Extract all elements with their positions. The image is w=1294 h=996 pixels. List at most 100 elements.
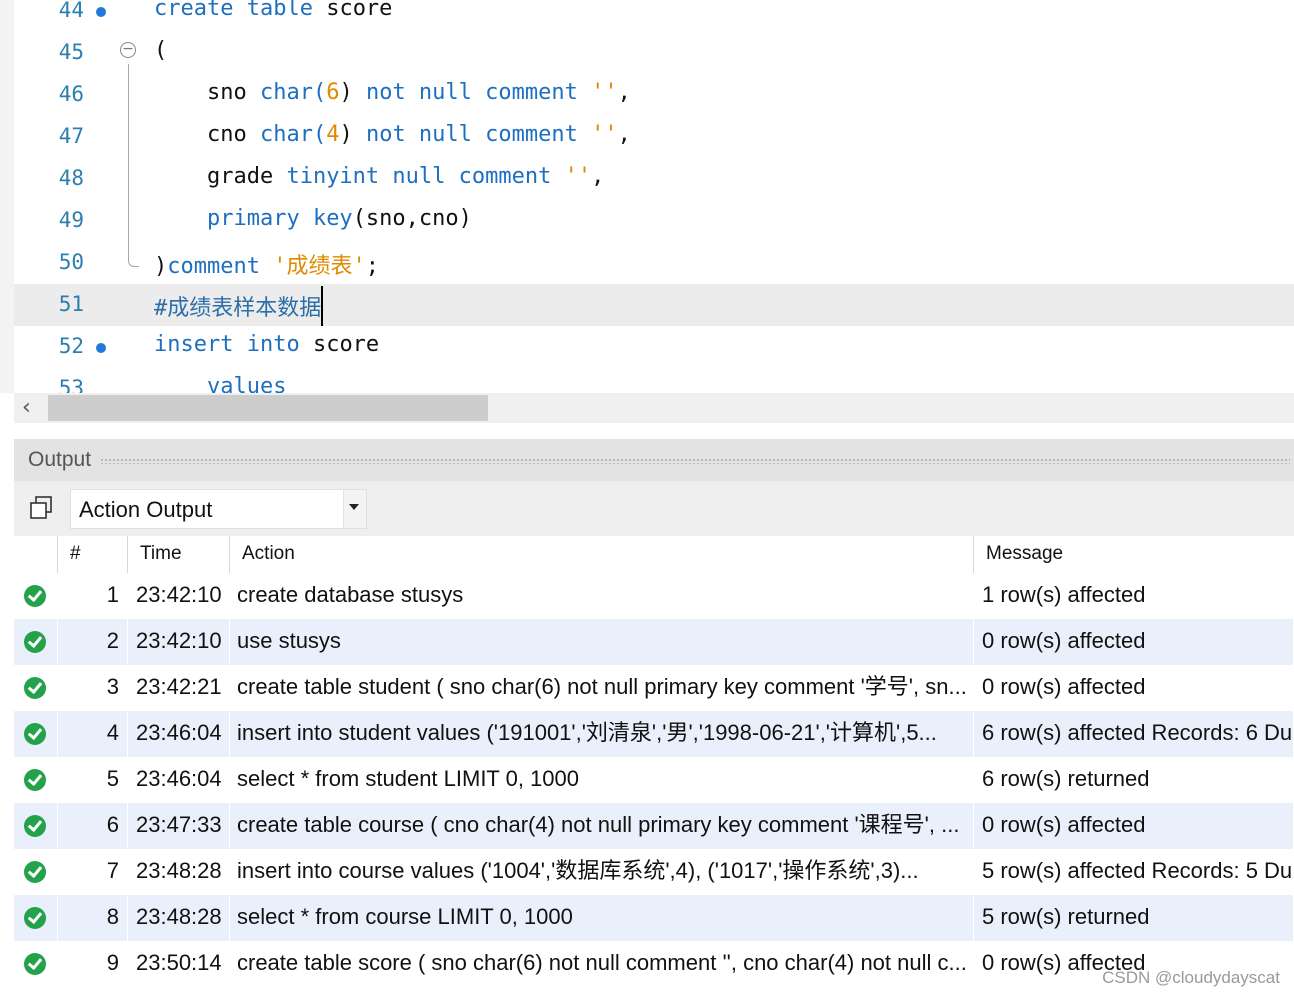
line-number: 45 (58, 40, 84, 64)
panel-grip[interactable] (100, 458, 1290, 464)
row-time: 23:48:28 (128, 895, 230, 941)
code-text: (sno,cno) (352, 206, 472, 231)
output-type-select[interactable]: Action Output (70, 489, 367, 529)
code-line-53[interactable]: 53 values (14, 368, 1294, 393)
dropdown-button[interactable] (343, 490, 366, 528)
statement-marker-icon[interactable] (96, 7, 106, 17)
code-text: grade (154, 164, 287, 189)
table-row[interactable]: 3 23:42:21 create table student ( sno ch… (14, 665, 1294, 711)
output-panel-title: Output (28, 448, 92, 471)
code-line-47[interactable]: 47 cno char(4) not null comment '', (14, 116, 1294, 158)
row-action: use stusys (230, 619, 974, 665)
row-time: 23:50:14 (128, 941, 230, 987)
table-header: # Time Action Message (14, 536, 1294, 573)
success-check-icon (24, 723, 46, 745)
line-number: 44 (58, 0, 84, 22)
horizontal-scrollbar[interactable]: ‹ (14, 393, 1294, 423)
table-row[interactable]: 7 23:48:28 insert into course values ('1… (14, 849, 1294, 895)
scrollbar-thumb[interactable] (48, 395, 488, 421)
success-check-icon (24, 585, 46, 607)
line-number: 46 (58, 82, 84, 106)
output-panel-header[interactable]: Output (14, 439, 1294, 481)
row-message: 0 row(s) affected (974, 665, 1294, 711)
code-text: ) (154, 254, 168, 279)
code-line-49[interactable]: 49 primary key(sno,cno) (14, 200, 1294, 242)
code-text: ) (339, 80, 366, 105)
row-action: insert into course values ('1004','数据库系统… (230, 849, 974, 895)
code-keyword: values (154, 374, 287, 393)
fold-guide-end (128, 258, 139, 267)
sql-editor[interactable]: 44 create table score 45 − ( 46 sno char… (0, 0, 1294, 393)
watermark: CSDN @cloudydayscat (1102, 968, 1280, 987)
success-check-icon (24, 677, 46, 699)
row-number: 3 (58, 665, 128, 711)
code-string: '成绩表' (273, 254, 366, 279)
statement-marker-icon[interactable] (96, 343, 106, 353)
header-status (14, 536, 58, 573)
row-time: 23:42:10 (128, 573, 230, 619)
code-keyword: char( (259, 80, 327, 105)
table-row[interactable]: 5 23:46:04 select * from student LIMIT 0… (14, 757, 1294, 803)
code-text: ; (365, 254, 379, 279)
row-number: 8 (58, 895, 128, 941)
code-line-44[interactable]: 44 create table score (14, 0, 1294, 32)
editor-left-margin (0, 0, 14, 393)
code-text: cno (154, 122, 260, 147)
header-message[interactable]: Message (974, 536, 1294, 573)
row-message: 5 row(s) affected Records: 5 Dup (974, 849, 1294, 895)
row-time: 23:42:10 (128, 619, 230, 665)
code-line-46[interactable]: 46 sno char(6) not null comment '', (14, 74, 1294, 116)
code-text: score (299, 332, 380, 357)
code-keyword: comment (167, 254, 274, 279)
success-check-icon (24, 769, 46, 791)
text-caret (321, 286, 324, 326)
line-number: 47 (58, 124, 84, 148)
row-action: insert into student values ('191001','刘清… (230, 711, 974, 757)
row-action: create database stusys (230, 573, 974, 619)
chevron-down-icon (349, 504, 359, 510)
code-text: , (617, 122, 631, 147)
code-line-51[interactable]: 51 #成绩表样本数据 (14, 284, 1294, 326)
panel-separator (14, 423, 1294, 439)
success-check-icon (24, 907, 46, 929)
code-line-52[interactable]: 52 insert into score (14, 326, 1294, 368)
row-time: 23:46:04 (128, 711, 230, 757)
code-line-48[interactable]: 48 grade tinyint null comment '', (14, 158, 1294, 200)
row-number: 2 (58, 619, 128, 665)
row-action: select * from student LIMIT 0, 1000 (230, 757, 974, 803)
header-number[interactable]: # (58, 536, 128, 573)
table-row[interactable]: 6 23:47:33 create table course ( cno cha… (14, 803, 1294, 849)
copy-icon[interactable] (28, 495, 54, 521)
fold-collapse-icon[interactable]: − (120, 42, 136, 58)
line-number: 53 (58, 376, 84, 393)
table-row[interactable]: 1 23:42:10 create database stusys 1 row(… (14, 573, 1294, 619)
line-number: 52 (58, 334, 84, 358)
success-check-icon (24, 953, 46, 975)
code-keyword: create table (154, 0, 313, 21)
fold-guide-line (128, 64, 129, 260)
header-time[interactable]: Time (128, 536, 230, 573)
code-keyword: not null comment (365, 80, 592, 105)
code-keyword: insert into (154, 332, 300, 357)
output-toolbar: Action Output (14, 481, 1294, 536)
row-number: 1 (58, 573, 128, 619)
row-message: 5 row(s) returned (974, 895, 1294, 941)
code-text: score (312, 0, 393, 21)
success-check-icon (24, 861, 46, 883)
code-text: ( (154, 38, 168, 63)
code-line-45[interactable]: 45 − ( (14, 32, 1294, 74)
table-row[interactable]: 4 23:46:04 insert into student values ('… (14, 711, 1294, 757)
action-output-table[interactable]: # Time Action Message 1 23:42:10 create … (14, 536, 1294, 996)
code-line-50[interactable]: 50 )comment '成绩表'; (14, 242, 1294, 284)
row-number: 9 (58, 941, 128, 987)
table-row[interactable]: 8 23:48:28 select * from course LIMIT 0,… (14, 895, 1294, 941)
table-row[interactable]: 2 23:42:10 use stusys 0 row(s) affected (14, 619, 1294, 665)
row-action: create table score ( sno char(6) not nul… (230, 941, 974, 987)
scroll-left-icon[interactable]: ‹ (22, 395, 31, 420)
header-action[interactable]: Action (230, 536, 974, 573)
code-text: , (617, 80, 631, 105)
row-message: 0 row(s) affected (974, 803, 1294, 849)
code-text: sno (154, 80, 260, 105)
row-time: 23:42:21 (128, 665, 230, 711)
